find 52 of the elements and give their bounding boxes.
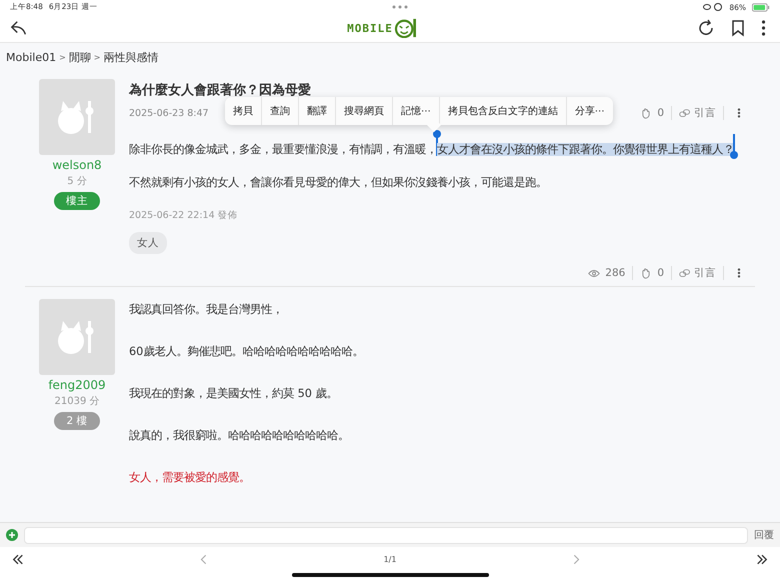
posted-time: 2025-06-22 22:14 發佈 [129,209,239,222]
multitask-icon[interactable] [391,5,410,9]
context-menu-item[interactable]: 翻譯 [298,97,335,125]
back-icon[interactable] [10,19,28,37]
first-page-icon[interactable] [12,554,24,564]
logo-mascot-icon [394,18,418,38]
status-icons-drawing [703,3,724,11]
battery-icon [752,2,770,12]
quote-button[interactable]: 引言 [679,106,716,120]
more-icon[interactable] [761,19,766,37]
breadcrumb-separator: > [59,52,66,62]
author-score: 21039 分 [54,395,100,408]
breadcrumb-separator: > [94,52,100,62]
eye-icon [588,268,600,278]
view-count: 286 [605,267,626,279]
selection-handle[interactable] [730,134,738,160]
link-icon [679,108,691,118]
link-icon [679,268,691,278]
context-menu-item[interactable]: 拷貝 [225,97,261,125]
context-menu-item[interactable]: 分享⋯ [566,97,613,125]
floor-badge: 樓主 [54,192,100,210]
post-paragraph: 不然就剩有小孩的女人，會讓你看見母愛的偉大，但如果你沒錢養小孩，可能還是跑。 [129,175,548,191]
post-paragraph: 我現在的對象，是美國女性，約莫 50 歲。 [129,386,339,402]
clap-icon[interactable] [640,268,652,278]
post-paragraph: 除非你長的像金城武，多金，最重要懂浪漫，有情調，有溫暖，女人才會在沒小孩的條件下跟著你。你覺得世界上有這種人？ [129,130,749,160]
quote-button[interactable]: 引言 [679,266,716,280]
breadcrumb-link[interactable]: 閒聊 [68,50,91,64]
more-icon[interactable] [737,107,741,119]
author-score: 5 分 [67,175,87,188]
more-icon[interactable] [737,267,741,279]
page-indicator: 1/1 [384,554,396,564]
context-menu-item[interactable]: 搜尋網頁 [335,97,392,125]
floor-badge: 2 樓 [54,412,100,430]
last-page-icon[interactable] [756,554,768,564]
reply-input-field[interactable] [24,526,748,544]
post-date: 2025-06-23 8:47 [129,108,209,118]
post-paragraph: 女人，需要被愛的感覺。 [129,470,251,486]
like-count: 0 [657,107,664,119]
clap-icon[interactable] [640,108,652,118]
breadcrumb-link[interactable]: 兩性與感情 [104,50,158,64]
breadcrumb-link[interactable]: Mobile01 [6,50,56,64]
refresh-icon[interactable] [697,19,715,37]
reply-button[interactable]: 回覆 [754,528,774,542]
tag-chip[interactable]: 女人 [129,232,167,254]
post-title: 為什麼女人會跟著你？因為母愛 [129,82,312,99]
post-paragraph: 說真的，我很窮啦。哈哈哈哈哈哈哈哈哈哈。 [129,428,350,444]
like-count: 0 [657,267,664,279]
post-paragraph: 我認真回答你。我是台灣男性， [129,302,284,318]
context-menu-item[interactable]: 查詢 [261,97,298,125]
add-icon[interactable] [6,529,18,541]
logo-text: MOBILE [347,22,393,34]
post-paragraph: 60歲老人。夠催悲吧。哈哈哈哈哈哈哈哈哈哈。 [129,344,364,360]
